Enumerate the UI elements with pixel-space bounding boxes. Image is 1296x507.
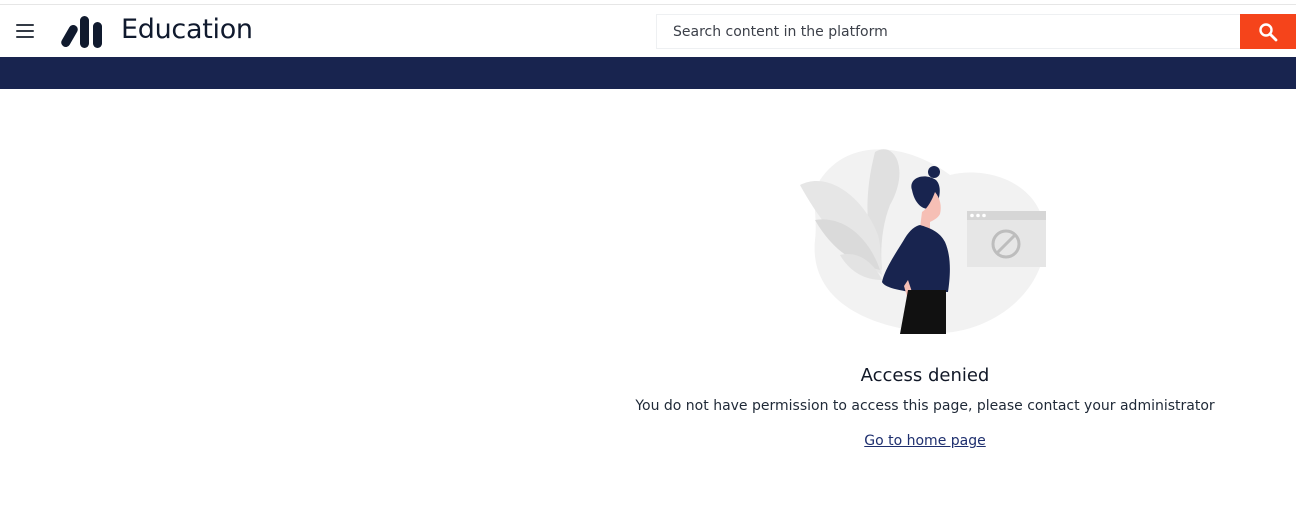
search-bar bbox=[656, 14, 1296, 49]
blocked-window bbox=[967, 211, 1046, 267]
permission-message: You do not have permission to access thi… bbox=[635, 398, 1215, 414]
navigation-band bbox=[0, 57, 1296, 89]
hamburger-menu-icon[interactable] bbox=[12, 19, 38, 43]
brand-name: Education bbox=[121, 14, 253, 45]
search-input[interactable] bbox=[656, 14, 1240, 49]
app-header: Education bbox=[0, 5, 1296, 57]
access-denied-illustration bbox=[800, 149, 1046, 334]
search-icon bbox=[1259, 22, 1278, 41]
search-button[interactable] bbox=[1240, 14, 1296, 49]
brand-logo[interactable] bbox=[60, 16, 106, 48]
page-title: Access denied bbox=[860, 365, 990, 386]
go-home-link[interactable]: Go to home page bbox=[660, 433, 1190, 449]
